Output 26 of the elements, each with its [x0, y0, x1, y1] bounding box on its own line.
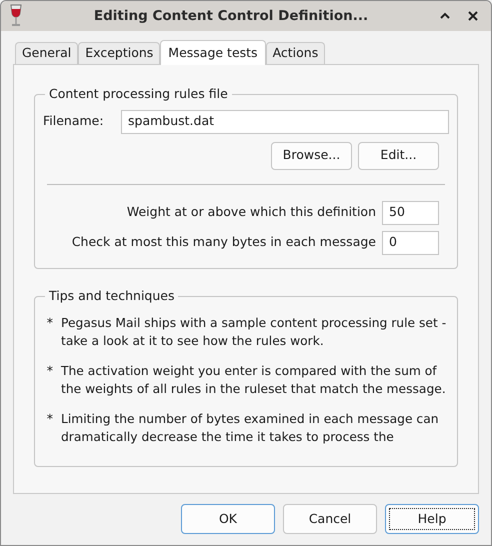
tip-text: The activation weight you enter is compared with the sum of the weights of all rules in the ruleset that match the message. — [61, 362, 446, 398]
tab[interactable]: Exceptions — [78, 42, 160, 64]
group-title: Content processing rules file — [48, 85, 229, 103]
tab[interactable]: General — [15, 42, 78, 64]
tip-text: Pegasus Mail ships with a sample content processing rule set - take a look at it to see how the rules work. — [61, 314, 446, 350]
filename-field[interactable]: spambust.dat — [121, 110, 449, 134]
bullet: * — [46, 362, 53, 380]
field-label: Filename: — [43, 112, 105, 130]
tab[interactable]: Message tests — [160, 40, 266, 65]
close-icon[interactable] — [467, 10, 479, 22]
bullet: * — [46, 314, 53, 332]
field-label: Weight at or above which this definition — [126, 203, 376, 222]
button[interactable]: OK — [181, 504, 275, 534]
field-label: Check at most this many bytes in each message — [72, 233, 376, 252]
window-title: Editing Content Control Definition... — [92, 6, 370, 26]
button[interactable]: Cancel — [283, 504, 377, 534]
button[interactable]: Help — [385, 504, 479, 534]
tab[interactable]: Actions — [266, 42, 326, 64]
number-field[interactable]: 50 — [382, 200, 439, 225]
number-field[interactable]: 0 — [382, 230, 439, 255]
wine-glass-icon — [9, 4, 23, 28]
group-title: Tips and techniques — [48, 287, 176, 305]
button[interactable]: Edit... — [358, 142, 439, 170]
bullet: * — [46, 410, 53, 428]
tip-text: Limiting the number of bytes examined in each message can dramatically decrease the time it takes to process the — [61, 410, 439, 446]
button[interactable]: Browse... — [271, 142, 352, 170]
